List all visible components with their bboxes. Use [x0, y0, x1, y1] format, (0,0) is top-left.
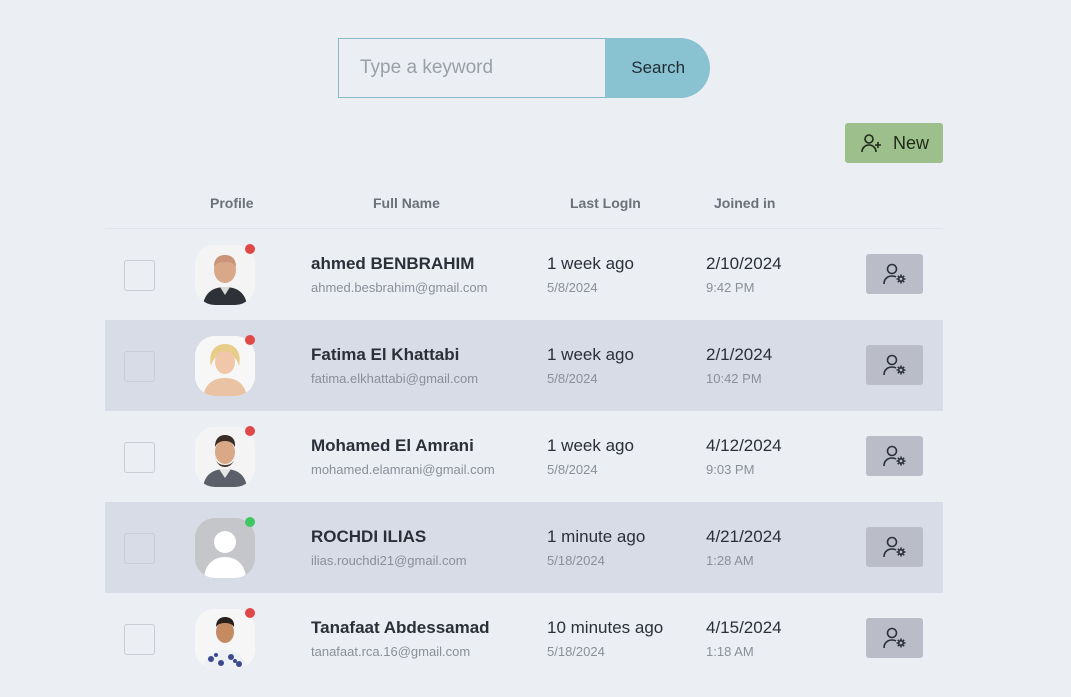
row-checkbox[interactable] — [124, 351, 155, 382]
avatar — [195, 427, 255, 487]
search-input[interactable] — [338, 38, 606, 98]
joined-time: 10:42 PM — [706, 371, 762, 386]
user-full-name: Fatima El Khattabi — [311, 345, 460, 364]
row-checkbox[interactable] — [124, 533, 155, 564]
default-avatar — [195, 518, 255, 578]
user-full-name: ROCHDI ILIAS — [311, 527, 427, 546]
joined-time: 1:18 AM — [706, 644, 754, 659]
search-bar: Search — [338, 38, 710, 98]
row-checkbox[interactable] — [124, 442, 155, 473]
table-row: ROCHDI ILIAS ilias.rouchdi21@gmail.com 1… — [105, 502, 943, 593]
search-button[interactable]: Search — [605, 38, 710, 98]
user-full-name: Mohamed El Amrani — [311, 436, 474, 455]
last-login-relative: 1 week ago — [547, 345, 634, 364]
user-settings-button[interactable] — [866, 436, 923, 476]
user-settings-icon — [882, 627, 905, 649]
status-indicator-offline — [245, 244, 255, 254]
table-row: ahmed BENBRAHIM ahmed.besbrahim@gmail.co… — [105, 229, 943, 320]
joined-date: 2/1/2024 — [706, 345, 773, 364]
row-checkbox[interactable] — [124, 624, 155, 655]
table-row: Mohamed El Amrani mohamed.elamrani@gmail… — [105, 411, 943, 502]
table-row: Fatima El Khattabi fatima.elkhattabi@gma… — [105, 320, 943, 411]
new-user-label: New — [893, 132, 930, 153]
last-login-relative: 1 week ago — [547, 254, 634, 273]
status-indicator-offline — [245, 426, 255, 436]
avatar — [195, 336, 255, 396]
row-checkbox[interactable] — [124, 260, 155, 291]
table-header: Profile Full Name Last LogIn Joined in — [105, 193, 943, 229]
last-login-date: 5/8/2024 — [547, 462, 598, 477]
last-login-date: 5/18/2024 — [547, 644, 605, 659]
header-last-login: Last LogIn — [570, 195, 641, 211]
header-profile: Profile — [210, 195, 254, 211]
user-email: fatima.elkhattabi@gmail.com — [311, 371, 479, 386]
user-email: ilias.rouchdi21@gmail.com — [311, 553, 467, 568]
user-settings-icon — [882, 263, 905, 285]
last-login-relative: 1 week ago — [547, 436, 634, 455]
user-full-name: ahmed BENBRAHIM — [311, 254, 475, 273]
last-login-relative: 1 minute ago — [547, 527, 646, 546]
user-settings-button[interactable] — [866, 345, 923, 385]
joined-date: 4/15/2024 — [706, 618, 782, 637]
status-indicator-offline — [245, 608, 255, 618]
last-login-date: 5/8/2024 — [547, 371, 598, 386]
joined-date: 4/21/2024 — [706, 527, 782, 546]
user-settings-icon — [882, 536, 905, 558]
user-settings-button[interactable] — [866, 527, 923, 567]
joined-date: 4/12/2024 — [706, 436, 782, 455]
header-full-name: Full Name — [373, 195, 440, 211]
user-settings-button[interactable] — [866, 254, 923, 294]
table-row: Tanafaat Abdessamad tanafaat.rca.16@gmai… — [105, 593, 943, 684]
last-login-date: 5/18/2024 — [547, 553, 605, 568]
user-email: mohamed.elamrani@gmail.com — [311, 462, 495, 477]
user-email: tanafaat.rca.16@gmail.com — [311, 644, 471, 659]
joined-time: 1:28 AM — [706, 553, 754, 568]
user-full-name: Tanafaat Abdessamad — [311, 618, 490, 637]
status-indicator-online — [245, 517, 255, 527]
user-settings-icon — [882, 354, 905, 376]
avatar — [195, 245, 255, 305]
user-email: ahmed.besbrahim@gmail.com — [311, 280, 488, 295]
joined-time: 9:42 PM — [706, 280, 755, 295]
joined-date: 2/10/2024 — [706, 254, 782, 273]
status-indicator-offline — [245, 335, 255, 345]
user-settings-icon — [882, 445, 905, 467]
last-login-relative: 10 minutes ago — [547, 618, 664, 637]
new-user-button[interactable]: New — [845, 123, 943, 163]
add-user-icon — [861, 133, 883, 153]
header-joined-in: Joined in — [714, 195, 776, 211]
joined-time: 9:03 PM — [706, 462, 755, 477]
user-settings-button[interactable] — [866, 618, 923, 658]
avatar — [195, 609, 255, 669]
user-management-page: Search New Profile Full Name Last LogIn … — [0, 0, 1071, 697]
last-login-date: 5/8/2024 — [547, 280, 598, 295]
